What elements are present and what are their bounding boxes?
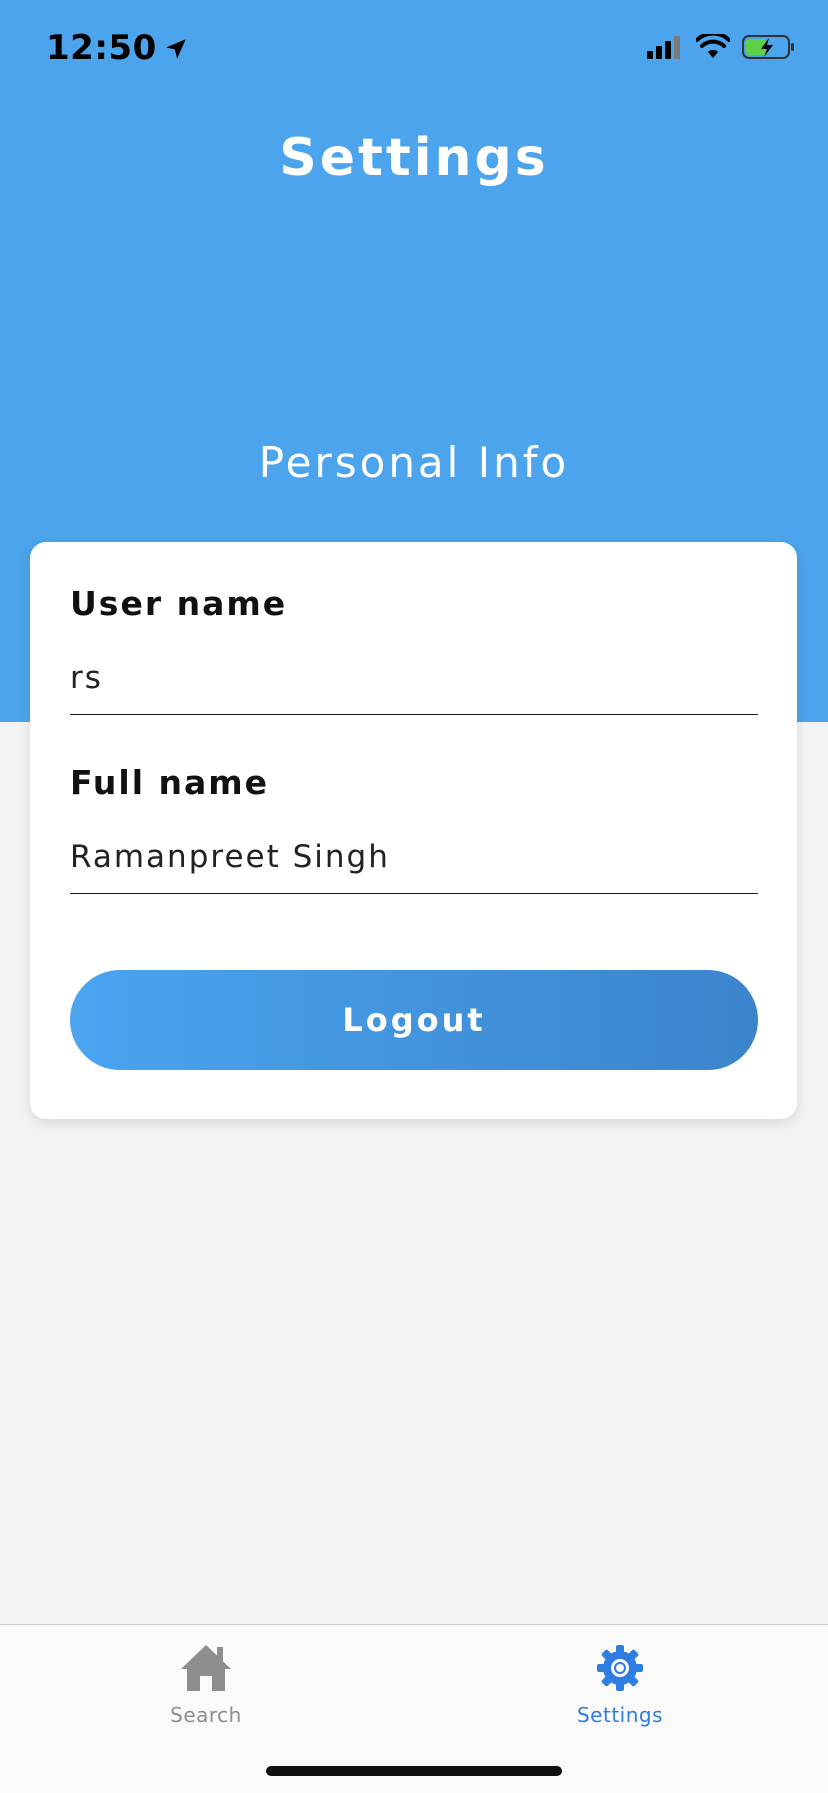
logout-button-label: Logout bbox=[342, 1001, 486, 1039]
home-icon bbox=[181, 1645, 231, 1691]
battery-charging-icon bbox=[742, 35, 794, 59]
personal-info-card: User name rs Full name Ramanpreet Singh … bbox=[30, 542, 797, 1119]
tab-search-label: Search bbox=[170, 1703, 242, 1727]
username-field[interactable]: rs bbox=[70, 660, 758, 715]
fullname-field[interactable]: Ramanpreet Singh bbox=[70, 839, 758, 894]
status-time: 12:50 bbox=[46, 28, 189, 68]
status-bar: 12:50 bbox=[0, 0, 828, 100]
location-arrow-icon bbox=[165, 39, 186, 59]
logout-button[interactable]: Logout bbox=[70, 970, 758, 1070]
tab-settings-label: Settings bbox=[576, 1703, 664, 1727]
cellular-signal-icon bbox=[647, 36, 680, 59]
status-indicators bbox=[646, 34, 796, 60]
fullname-label: Full name bbox=[70, 763, 270, 802]
home-indicator[interactable] bbox=[266, 1766, 562, 1776]
tab-settings[interactable]: Settings bbox=[520, 1643, 720, 1727]
section-title: Personal Info bbox=[258, 438, 570, 487]
page-title: Settings bbox=[279, 128, 549, 188]
username-label: User name bbox=[70, 584, 288, 623]
gear-icon bbox=[597, 1645, 643, 1691]
tab-search[interactable]: Search bbox=[106, 1643, 306, 1727]
clock-text: 12:50 bbox=[46, 28, 157, 68]
wifi-icon bbox=[696, 34, 730, 58]
